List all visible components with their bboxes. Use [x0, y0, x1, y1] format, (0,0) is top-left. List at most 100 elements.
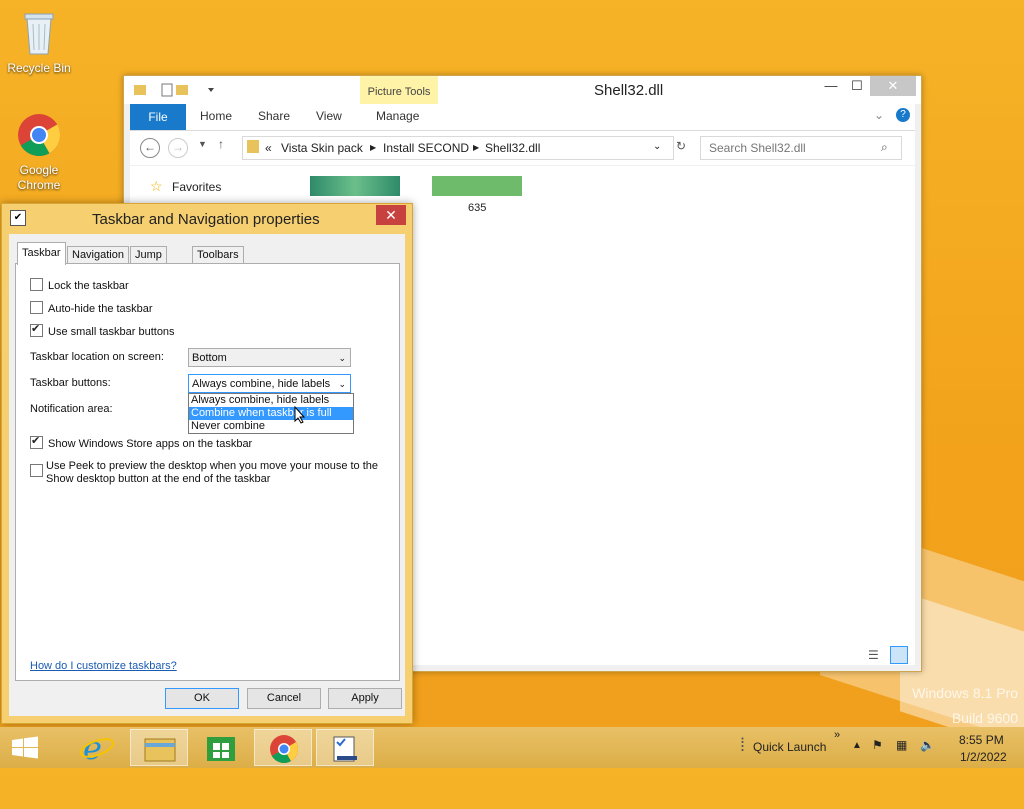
large-icons-view-icon[interactable]	[890, 646, 908, 664]
tab-share[interactable]: Share	[258, 109, 290, 123]
image-thumbnail[interactable]	[432, 176, 522, 196]
chevron-down-icon: ⌄	[338, 353, 346, 363]
taskbar-properties-taskbar-icon[interactable]	[316, 729, 374, 766]
small-buttons-checkbox[interactable]: Use small taskbar buttons	[30, 322, 175, 338]
checkbox-label: Auto-hide the taskbar	[48, 303, 153, 315]
recent-locations-icon[interactable]: ▼	[198, 139, 207, 149]
taskbar-buttons-value: Always combine, hide labels	[192, 378, 331, 390]
address-bar[interactable]: « Vista Skin pack ▶ Install SECOND ▶ She…	[242, 136, 674, 160]
dialog-title: Taskbar and Navigation properties	[92, 211, 320, 228]
breadcrumb-install-second[interactable]: Install SECOND	[383, 141, 469, 155]
up-arrow-icon[interactable]: ↑	[218, 137, 224, 151]
picture-tools-label: Picture Tools	[360, 76, 438, 104]
desktop-icon-recycle-bin[interactable]: Recycle Bin	[4, 8, 74, 75]
tab-jump-lists[interactable]: Jump Lists	[130, 246, 167, 278]
toolbar-expand-icon[interactable]: »	[834, 729, 840, 741]
tab-file[interactable]: File	[130, 104, 186, 130]
breadcrumb-separator-icon[interactable]: ▶	[473, 143, 479, 152]
watermark-edition: Windows 8.1 Pro	[912, 685, 1018, 701]
network-icon[interactable]: ▦	[896, 738, 907, 752]
breadcrumb-shell32[interactable]: Shell32.dll	[485, 141, 540, 155]
autohide-taskbar-checkbox[interactable]: Auto-hide the taskbar	[30, 301, 153, 315]
breadcrumb-separator-icon[interactable]: ▶	[370, 143, 376, 152]
help-link[interactable]: How do I customize taskbars?	[30, 660, 177, 672]
recycle-bin-icon	[4, 8, 74, 59]
nav-favorites[interactable]: Favorites	[172, 180, 221, 194]
cancel-button[interactable]: Cancel	[247, 688, 321, 709]
taskbar-properties-icon: ✔	[10, 210, 26, 226]
address-overflow[interactable]: «	[265, 141, 272, 155]
chevron-down-icon: ⌄	[338, 379, 346, 389]
image-thumbnail[interactable]	[310, 176, 400, 196]
dialog-close-button[interactable]: ✕	[376, 205, 406, 225]
checkbox-box[interactable]	[30, 301, 43, 314]
navigation-bar: ← → ▼ ↑ « Vista Skin pack ▶ Install SECO…	[130, 131, 915, 165]
explorer-titlebar[interactable]: Picture Tools Shell32.dll — ☐ ✕	[124, 76, 921, 104]
ok-button[interactable]: OK	[165, 688, 239, 709]
tab-toolbars[interactable]: Toolbars	[192, 246, 244, 264]
address-dropdown-icon[interactable]: ⌄	[653, 141, 661, 152]
option-always-combine[interactable]: Always combine, hide labels	[189, 394, 353, 407]
peek-label-line2: Show desktop button at the end of the ta…	[46, 473, 271, 485]
file-explorer-icon[interactable]	[130, 729, 188, 766]
favorites-star-icon: ☆	[150, 178, 163, 194]
start-button[interactable]	[0, 729, 50, 766]
clock-time[interactable]: 8:55 PM	[959, 733, 1004, 747]
chrome-taskbar-icon[interactable]	[254, 729, 312, 766]
dialog-body: Taskbar Navigation Jump Lists Toolbars L…	[9, 234, 405, 716]
location-select[interactable]: Bottom ⌄	[188, 348, 351, 367]
forward-arrow-icon[interactable]: →	[168, 138, 188, 158]
clock-date[interactable]: 1/2/2022	[960, 750, 1007, 764]
folder-icon	[247, 140, 259, 153]
checkbox-box[interactable]	[30, 434, 43, 449]
action-center-flag-icon[interactable]: ⚑	[872, 738, 883, 752]
item-label: 635	[468, 202, 487, 214]
details-view-icon[interactable]: ☰	[868, 648, 879, 662]
desktop-icon-label: Google Chrome	[17, 163, 61, 192]
option-never-combine[interactable]: Never combine	[189, 420, 353, 433]
taskbar-buttons-select[interactable]: Always combine, hide labels ⌄	[188, 374, 351, 393]
volume-muted-icon[interactable]: 🔈	[920, 738, 935, 752]
close-button[interactable]: ✕	[870, 76, 916, 96]
buttons-label: Taskbar buttons:	[30, 377, 111, 389]
taskbar: e ⁞ Quick Launch » ▲ ⚑ ▦ 🔈 8:55 PM 1/2/2…	[0, 727, 1024, 768]
checkbox-label: Use Peek to preview the desktop when you…	[46, 460, 386, 486]
expand-ribbon-icon[interactable]: ⌄	[874, 108, 884, 122]
quick-access-toolbar[interactable]	[132, 82, 232, 101]
toolbar-grip-icon[interactable]: ⁞	[740, 735, 745, 756]
tab-manage[interactable]: Manage	[376, 109, 419, 123]
show-hidden-icons-icon[interactable]: ▲	[852, 740, 862, 751]
checkbox-box[interactable]	[30, 322, 43, 337]
checkbox-box[interactable]	[30, 464, 43, 477]
back-arrow-icon[interactable]: ←	[140, 138, 160, 158]
ribbon-tabs: File Home Share View Manage ⌄ ?	[130, 104, 915, 131]
tab-navigation[interactable]: Navigation	[67, 246, 129, 264]
taskbar-tab-panel: Lock the taskbar Auto-hide the taskbar U…	[15, 263, 400, 681]
store-icon[interactable]	[192, 729, 250, 766]
search-icon[interactable]: ⌕	[881, 140, 888, 155]
help-icon[interactable]: ?	[896, 108, 910, 122]
dialog-titlebar[interactable]: ✔ Taskbar and Navigation properties ✕	[2, 204, 412, 234]
window-title: Shell32.dll	[594, 82, 664, 99]
apply-button[interactable]: Apply	[328, 688, 402, 709]
option-combine-when-full[interactable]: Combine when taskbar is full	[189, 407, 353, 420]
svg-text:e: e	[83, 729, 102, 766]
tab-taskbar[interactable]: Taskbar	[17, 242, 66, 265]
use-peek-checkbox[interactable]: Use Peek to preview the desktop when you…	[30, 460, 378, 485]
tab-home[interactable]: Home	[200, 109, 232, 123]
quick-launch-toolbar[interactable]: Quick Launch	[753, 740, 826, 754]
breadcrumb-vista-skin-pack[interactable]: Vista Skin pack	[281, 141, 363, 155]
refresh-icon[interactable]: ↻	[676, 139, 686, 153]
lock-taskbar-checkbox[interactable]: Lock the taskbar	[30, 278, 129, 292]
desktop-icon-label: Recycle Bin	[7, 61, 71, 75]
watermark-build: Build 9600	[951, 710, 1018, 726]
search-box[interactable]: Search Shell32.dll ⌕	[700, 136, 902, 160]
internet-explorer-icon[interactable]: e	[68, 729, 126, 767]
desktop-icon-chrome[interactable]: Google Chrome	[4, 112, 74, 193]
taskbar-properties-dialog[interactable]: ✔ Taskbar and Navigation properties ✕ Ta…	[1, 203, 413, 724]
tab-view[interactable]: View	[316, 109, 342, 123]
taskbar-buttons-dropdown[interactable]: Always combine, hide labels Combine when…	[188, 393, 354, 434]
checkbox-box[interactable]	[30, 278, 43, 291]
search-placeholder: Search Shell32.dll	[709, 141, 806, 155]
show-store-apps-checkbox[interactable]: Show Windows Store apps on the taskbar	[30, 434, 252, 450]
